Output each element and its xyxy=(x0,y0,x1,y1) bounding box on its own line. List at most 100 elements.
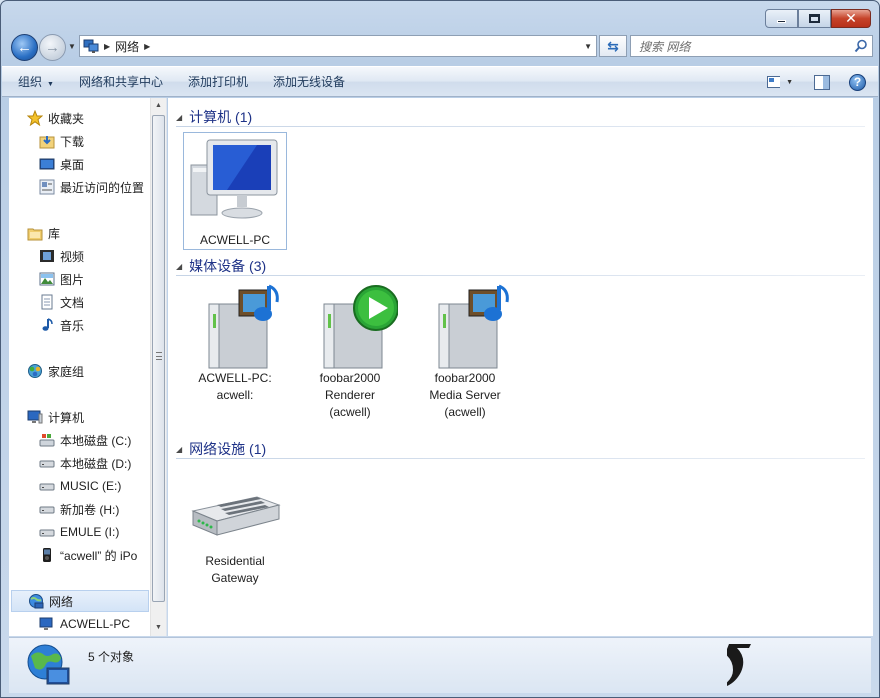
group-header-computer[interactable]: ◢ 计算机 (1) xyxy=(176,107,865,127)
sidebar-item-desktop[interactable]: 桌面 xyxy=(39,153,84,175)
sidebar-item-videos[interactable]: 视频 xyxy=(39,245,84,267)
computer-icon xyxy=(39,617,53,630)
collapse-icon[interactable]: ◢ xyxy=(176,262,182,271)
group-header-infrastructure[interactable]: ◢ 网络设施 (1) xyxy=(176,439,865,459)
sidebar-label: 视频 xyxy=(60,249,85,264)
breadcrumb-arrow-icon[interactable]: ▶ xyxy=(144,42,150,51)
group-title: 媒体设备 (3) xyxy=(189,258,267,274)
sidebar-item-network[interactable]: 网络 xyxy=(11,590,149,612)
computer-icon xyxy=(27,410,43,424)
downloads-folder-icon xyxy=(39,136,55,149)
sidebar-label: 计算机 xyxy=(48,410,85,425)
nav-scrollbar[interactable]: ▲ ▼ xyxy=(150,98,166,636)
device-label-line: ACWELL-PC: xyxy=(198,371,272,385)
sidebar-item-recent[interactable]: 最近访问的位置 xyxy=(39,176,144,198)
minimize-icon xyxy=(777,20,786,23)
add-wireless-button[interactable]: 添加无线设备 xyxy=(264,71,354,93)
sidebar-label: 本地磁盘 (C:) xyxy=(60,433,132,448)
sidebar-label: EMULE (I:) xyxy=(60,525,120,539)
sidebar-label: 图片 xyxy=(60,272,85,287)
sidebar-item-computer[interactable]: 计算机 xyxy=(27,406,84,428)
sidebar-item-favorites[interactable]: 收藏夹 xyxy=(27,107,84,129)
sidebar-item-music[interactable]: 音乐 xyxy=(39,314,84,336)
close-button[interactable]: ✕ xyxy=(831,9,871,28)
group-divider xyxy=(176,275,865,276)
sidebar-label: 库 xyxy=(48,226,61,241)
scroll-thumb[interactable] xyxy=(152,115,165,602)
chevron-down-icon: ▼ xyxy=(786,78,793,86)
preview-pane-button[interactable] xyxy=(813,73,831,91)
watermark-logo xyxy=(727,644,751,686)
group-title: 网络设施 (1) xyxy=(189,441,267,457)
search-input[interactable]: 搜索 网络 xyxy=(630,35,873,57)
details-pane: 5 个对象 xyxy=(9,637,871,693)
sidebar-item-drive-c[interactable]: 本地磁盘 (C:) xyxy=(39,429,131,451)
music-note-icon xyxy=(42,318,53,331)
organize-menu[interactable]: 组织 ▼ xyxy=(9,71,63,93)
group-header-media[interactable]: ◢ 媒体设备 (3) xyxy=(176,256,865,276)
collapse-icon[interactable]: ◢ xyxy=(176,445,182,454)
sidebar-item-drive-d[interactable]: 本地磁盘 (D:) xyxy=(39,452,131,474)
refresh-button[interactable]: ⇆ xyxy=(599,35,627,57)
sidebar-label: 网络 xyxy=(49,594,74,609)
sidebar-item-drive-h[interactable]: 新加卷 (H:) xyxy=(39,498,119,520)
sidebar-label: 本地磁盘 (D:) xyxy=(60,456,132,471)
sidebar-label: 文档 xyxy=(60,295,85,310)
group-divider xyxy=(176,126,865,127)
scroll-down-icon[interactable]: ▼ xyxy=(151,620,166,636)
sidebar-item-drive-e[interactable]: MUSIC (E:) xyxy=(39,475,121,497)
sidebar-label: MUSIC (E:) xyxy=(60,479,122,493)
close-icon: ✕ xyxy=(845,10,857,27)
sidebar-label: 家庭组 xyxy=(48,364,85,379)
breadcrumb-arrow-icon[interactable]: ▶ xyxy=(104,42,110,51)
device-tile[interactable]: foobar2000 Renderer (acwell) xyxy=(298,282,402,421)
scroll-up-icon[interactable]: ▲ xyxy=(151,98,166,114)
network-center-button[interactable]: 网络和共享中心 xyxy=(70,71,172,93)
device-label-line: Residential xyxy=(205,554,265,568)
back-button[interactable]: ← xyxy=(11,34,38,61)
recent-pages-dropdown[interactable]: ▼ xyxy=(68,42,76,52)
device-label-line: Gateway xyxy=(211,571,259,585)
recent-places-icon xyxy=(39,179,55,195)
device-tile[interactable]: Residential Gateway xyxy=(183,465,287,587)
refresh-icon: ⇆ xyxy=(607,37,619,54)
view-icon xyxy=(767,76,781,88)
maximize-button[interactable] xyxy=(798,9,831,28)
device-label-line: acwell: xyxy=(216,388,254,402)
sidebar-item-documents[interactable]: 文档 xyxy=(39,291,84,313)
star-icon xyxy=(27,110,43,126)
device-label: ACWELL-PC xyxy=(199,233,270,247)
address-dropdown-icon[interactable]: ▼ xyxy=(584,42,592,51)
device-tile[interactable]: ACWELL-PC: acwell: xyxy=(183,282,287,404)
command-toolbar: 组织 ▼ 网络和共享中心 添加打印机 添加无线设备 ▼ ? xyxy=(2,66,878,97)
sidebar-item-acwell-pc[interactable]: ACWELL-PC xyxy=(39,613,130,635)
device-tile[interactable]: ACWELL-PC xyxy=(183,132,287,250)
change-view-button[interactable]: ▼ xyxy=(767,71,793,93)
collapse-icon[interactable]: ◢ xyxy=(176,113,182,122)
address-bar[interactable]: ▶ 网络 ▶ ▼ xyxy=(79,35,597,57)
sidebar-item-libraries[interactable]: 库 xyxy=(27,222,60,244)
forward-button[interactable]: → xyxy=(39,34,66,61)
sidebar-item-drive-i[interactable]: EMULE (I:) xyxy=(39,521,119,543)
explorer-window: ✕ ← → ▼ ▶ 网络 ▶ ▼ ⇆ 搜索 网络 组织 ▼ 网络和共享中心 添加… xyxy=(0,0,880,698)
sidebar-item-ipod[interactable]: “acwell” 的 iPo xyxy=(39,544,137,566)
minimize-button[interactable] xyxy=(765,9,798,28)
item-count: 5 个对象 xyxy=(88,650,135,664)
breadcrumb-network[interactable]: 网络 xyxy=(115,38,139,55)
sidebar-label: 收藏夹 xyxy=(48,111,85,126)
sidebar-item-pictures[interactable]: 图片 xyxy=(39,268,84,290)
sidebar-item-downloads[interactable]: 下载 xyxy=(39,130,84,152)
device-label-line: (acwell) xyxy=(444,405,486,419)
sidebar-item-homegroup[interactable]: 家庭组 xyxy=(27,360,84,382)
search-icon[interactable] xyxy=(854,39,868,53)
device-tile[interactable]: foobar2000 Media Server (acwell) xyxy=(413,282,517,421)
navigation-row: ← → ▼ ▶ 网络 ▶ ▼ ⇆ 搜索 网络 xyxy=(9,33,873,61)
sidebar-label: 音乐 xyxy=(60,318,85,333)
network-icon xyxy=(83,39,99,53)
library-folder-icon xyxy=(27,228,43,241)
media-server-icon xyxy=(187,284,283,370)
add-printer-button[interactable]: 添加打印机 xyxy=(179,71,257,93)
help-icon[interactable]: ? xyxy=(849,73,866,91)
hard-drive-icon xyxy=(39,529,55,537)
caption-buttons: ✕ xyxy=(765,9,871,28)
